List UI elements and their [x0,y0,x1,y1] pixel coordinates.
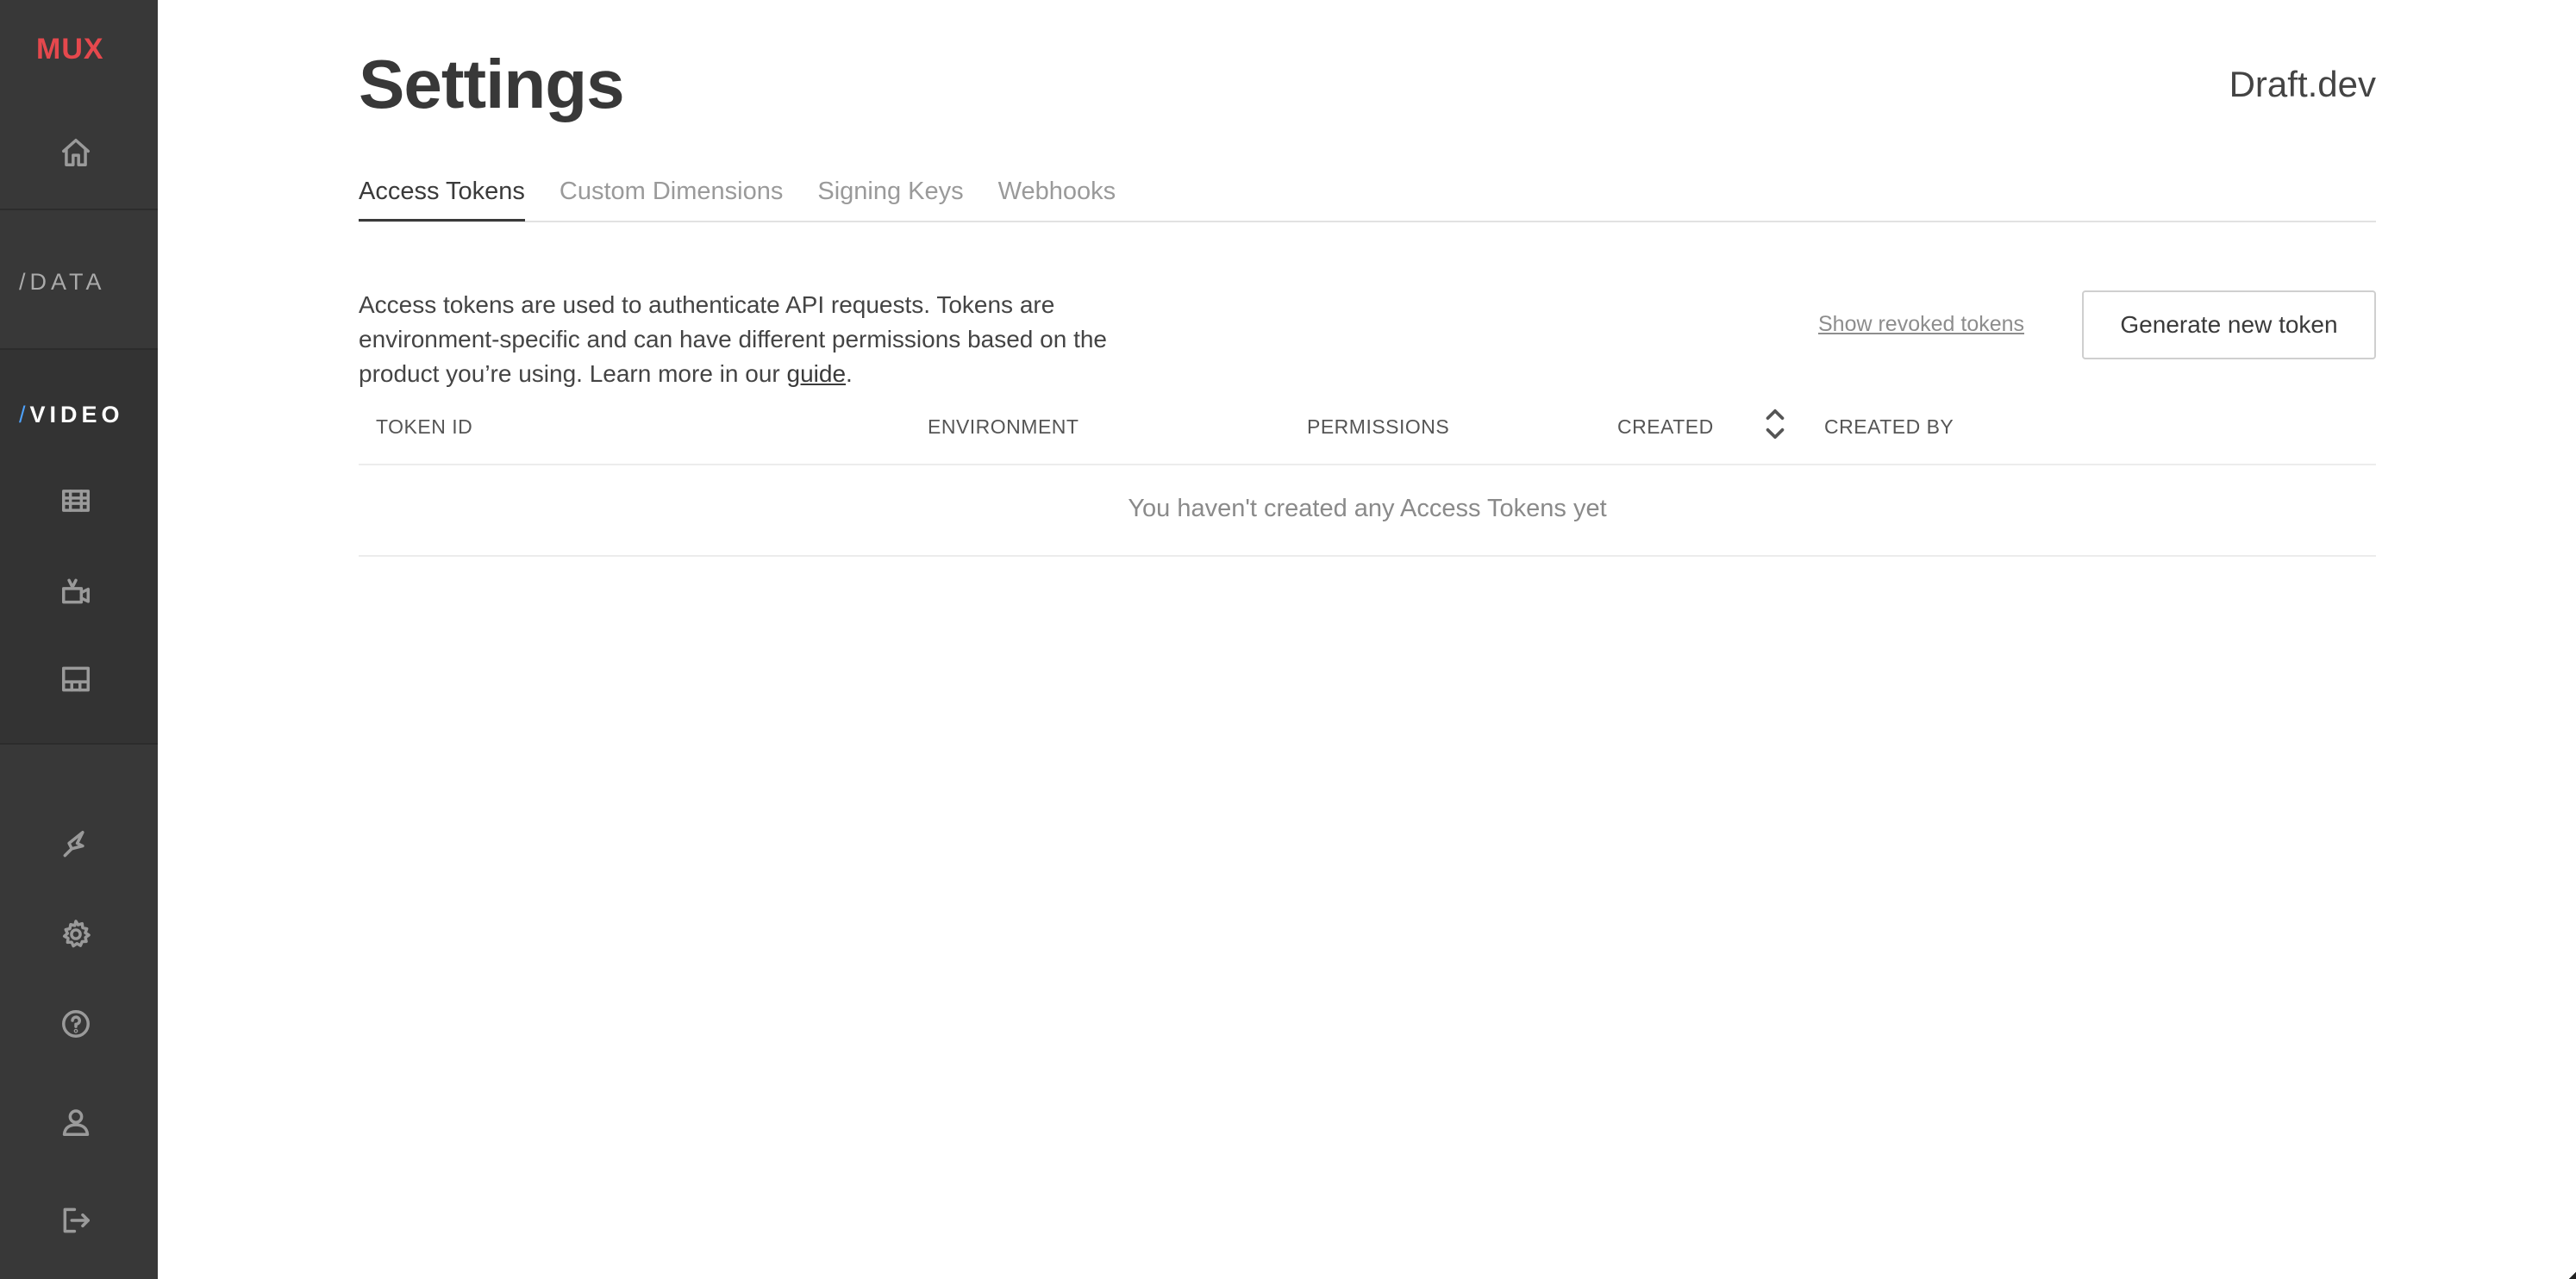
access-tokens-description: Access tokens are used to authenticate A… [359,288,1169,391]
mux-logo[interactable]: MUX [36,33,104,66]
settings-tabs: Access Tokens Custom Dimensions Signing … [359,171,2376,222]
column-environment: ENVIRONMENT [928,415,1079,438]
description-end: . [846,360,853,387]
tab-webhooks[interactable]: Webhooks [998,171,1116,219]
help-icon[interactable] [59,1007,93,1041]
integrations-icon[interactable] [59,827,93,862]
logout-icon[interactable] [59,1203,93,1238]
gear-icon[interactable] [59,917,93,951]
tab-custom-dimensions[interactable]: Custom Dimensions [560,171,783,219]
column-created[interactable]: CREATED [1617,415,1714,439]
tokens-table-header: TOKEN ID ENVIRONMENT PERMISSIONS CREATED… [359,405,2376,465]
generate-new-token-button[interactable]: Generate new token [2082,290,2376,359]
live-stream-icon[interactable] [59,574,93,608]
window-corner [2569,1272,2576,1279]
nav-data-label: DATA [29,269,106,295]
sort-icon[interactable] [1760,405,1790,443]
user-icon[interactable] [59,1105,93,1139]
sidebar-divider [0,348,158,350]
nav-data[interactable]: /DATA [19,269,106,296]
nav-video-label: VIDEO [29,402,124,427]
column-permissions: PERMISSIONS [1307,415,1450,438]
page-title: Settings [359,46,625,122]
tab-signing-keys[interactable]: Signing Keys [817,171,963,219]
tab-access-tokens[interactable]: Access Tokens [359,171,525,221]
guide-link[interactable]: guide [787,360,847,387]
assets-icon[interactable] [59,484,93,518]
nav-video[interactable]: /VIDEO [19,402,124,428]
org-name[interactable]: Draft.dev [2229,64,2376,105]
description-text: Access tokens are used to authenticate A… [359,291,1107,387]
nav-data-slash: / [19,269,30,295]
sidebar-divider [0,743,158,745]
sidebar-divider [0,209,158,210]
home-icon[interactable] [59,135,93,170]
player-icon[interactable] [59,662,93,696]
column-token-id: TOKEN ID [376,415,473,438]
column-created-by: CREATED BY [1824,415,1954,438]
sidebar: MUX /DATA /VIDEO [0,0,158,1279]
show-revoked-tokens-link[interactable]: Show revoked tokens [1818,312,2024,337]
empty-table-message: You haven't created any Access Tokens ye… [359,465,2376,557]
nav-video-slash: / [19,402,30,427]
